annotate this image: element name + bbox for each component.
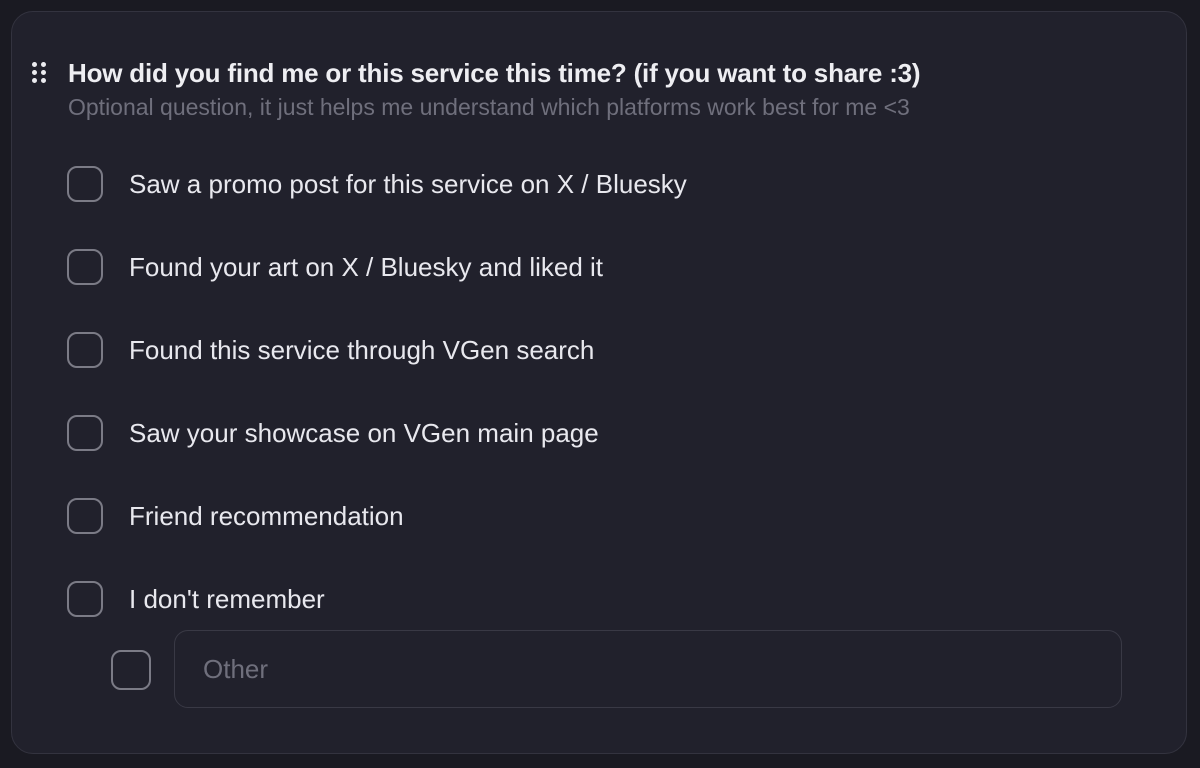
option-label: I don't remember: [129, 583, 325, 614]
option-other: [111, 630, 1122, 708]
option-found-art[interactable]: Found your art on X / Bluesky and liked …: [67, 246, 603, 288]
checkbox[interactable]: [67, 498, 103, 534]
checkbox[interactable]: [67, 581, 103, 617]
option-label: Friend recommendation: [129, 500, 404, 531]
drag-handle-icon[interactable]: [32, 62, 50, 84]
option-dont-remember[interactable]: I don't remember: [67, 578, 325, 620]
option-label: Saw a promo post for this service on X /…: [129, 168, 687, 199]
option-vgen-showcase[interactable]: Saw your showcase on VGen main page: [67, 412, 599, 454]
checkbox[interactable]: [67, 166, 103, 202]
option-label: Found this service through VGen search: [129, 334, 595, 365]
option-label: Saw your showcase on VGen main page: [129, 417, 599, 448]
option-friend-recommendation[interactable]: Friend recommendation: [67, 495, 404, 537]
option-vgen-search[interactable]: Found this service through VGen search: [67, 329, 594, 371]
checkbox[interactable]: [67, 332, 103, 368]
option-promo-post[interactable]: Saw a promo post for this service on X /…: [67, 163, 687, 205]
other-input[interactable]: [174, 630, 1122, 708]
checkbox[interactable]: [67, 249, 103, 285]
checkbox[interactable]: [67, 415, 103, 451]
option-label: Found your art on X / Bluesky and liked …: [129, 251, 604, 282]
question-title: How did you find me or this service this…: [68, 58, 921, 88]
other-checkbox[interactable]: [111, 650, 151, 690]
question-subtitle: Optional question, it just helps me unde…: [68, 94, 910, 120]
